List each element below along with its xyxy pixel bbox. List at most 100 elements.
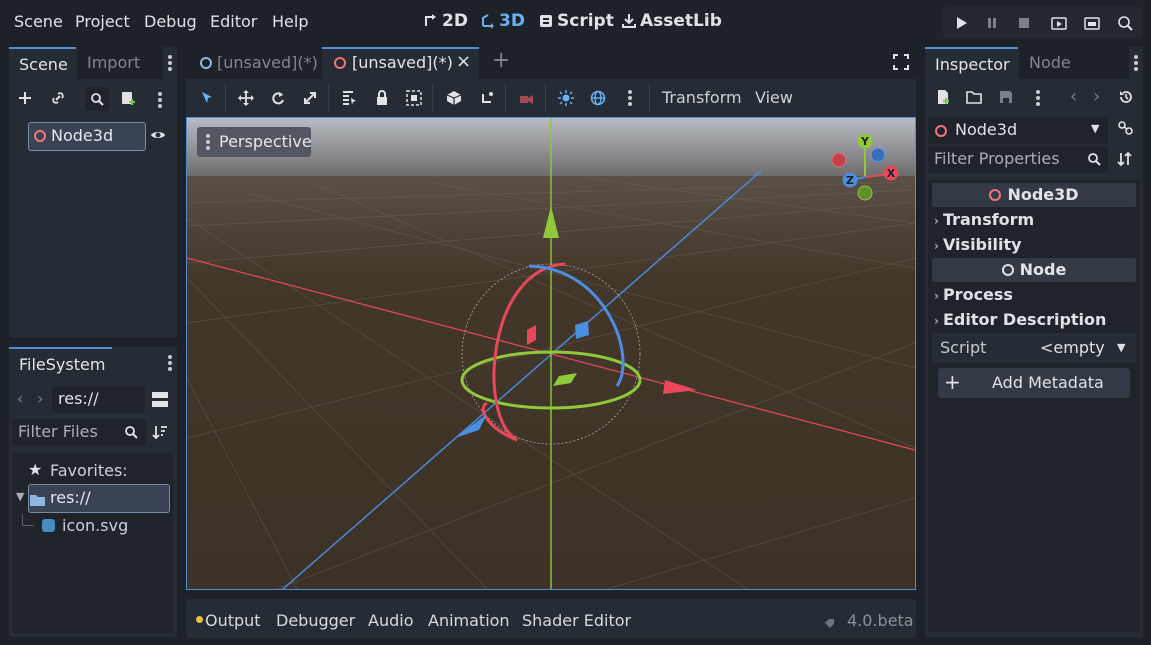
node-icon (200, 57, 212, 69)
list-select-icon[interactable] (339, 88, 359, 108)
workspace-3d-button[interactable]: 3D (480, 11, 525, 31)
scale-tool-icon[interactable] (300, 88, 320, 108)
new-scene-tab-icon[interactable]: + (492, 48, 510, 73)
group-process[interactable]: › Process (934, 285, 1013, 304)
group-visibility[interactable]: › Visibility (934, 235, 1022, 254)
script-icon (538, 13, 554, 29)
history-icon[interactable] (1118, 89, 1134, 105)
close-tab-icon[interactable]: × (456, 51, 471, 72)
workspace-2d-button[interactable]: 2D (423, 11, 468, 31)
back-arrow-icon[interactable]: ‹ (17, 389, 23, 408)
toolbar-separator (505, 84, 506, 112)
snap-icon[interactable] (477, 88, 497, 108)
visibility-eye-icon[interactable] (150, 127, 166, 143)
tab-audio[interactable]: Audio (368, 611, 413, 630)
version-icon (823, 614, 835, 628)
stop-icon[interactable] (1014, 13, 1034, 33)
lock-icon[interactable] (372, 88, 392, 108)
menu-debug[interactable]: Debug (144, 12, 197, 31)
local-space-icon[interactable] (444, 88, 464, 108)
select-tool-icon[interactable] (197, 88, 217, 108)
forward-arrow-icon[interactable]: › (37, 389, 43, 408)
movie-maker-icon[interactable] (1115, 13, 1135, 33)
split-mode-icon[interactable] (152, 391, 168, 408)
menu-project[interactable]: Project (75, 12, 130, 31)
play-icon[interactable] (951, 13, 971, 33)
view-gizmo[interactable]: Y X Z (825, 132, 905, 207)
collapse-chevron-icon[interactable]: ▼ (16, 490, 24, 503)
add-metadata-button[interactable]: + Add Metadata (938, 368, 1130, 398)
tab-import[interactable]: Import (77, 47, 163, 79)
perspective-menu-button[interactable]: Perspective (197, 127, 312, 157)
camera-preview-icon[interactable] (516, 88, 536, 108)
tab-shader-editor[interactable]: Shader Editor (522, 611, 631, 630)
pause-icon[interactable] (982, 13, 1002, 33)
group-editor-description[interactable]: › Editor Description (934, 310, 1106, 329)
sort-icon[interactable] (152, 424, 168, 440)
chevron-right-icon: › (934, 239, 939, 253)
preview-menu-icon[interactable] (628, 90, 632, 108)
play-scene-icon[interactable] (1049, 13, 1069, 33)
transform-menu[interactable]: Transform (662, 88, 742, 107)
node-help-icon[interactable] (1117, 120, 1133, 136)
file-tree-item-icon-svg[interactable]: icon.svg (62, 516, 128, 535)
toolbar-separator (328, 84, 329, 112)
3d-viewport[interactable]: Perspective Y X Z (186, 117, 916, 590)
tab-scene[interactable]: Scene (9, 47, 76, 79)
search-icon (1087, 152, 1101, 166)
attach-script-icon[interactable] (120, 90, 136, 106)
add-icon: + (944, 370, 961, 394)
menu-scene[interactable]: Scene (14, 12, 63, 31)
rotate-tool-icon[interactable] (268, 88, 288, 108)
search-icon (124, 425, 138, 439)
group-icon[interactable] (404, 88, 424, 108)
filter-properties-input[interactable]: Filter Properties (928, 146, 1108, 173)
tab-animation[interactable]: Animation (428, 611, 510, 630)
2d-icon (423, 13, 439, 29)
tab-filesystem[interactable]: FileSystem (9, 347, 112, 379)
node-icon (1001, 264, 1014, 276)
history-back-icon[interactable]: ‹ (1070, 86, 1077, 107)
tab-node[interactable]: Node (1019, 47, 1129, 79)
add-node-icon[interactable] (17, 90, 33, 106)
scene-tab-1[interactable]: [unsaved](*) (186, 47, 320, 79)
version-label: 4.0.beta (847, 611, 914, 630)
new-resource-icon[interactable] (935, 89, 951, 105)
menu-editor[interactable]: Editor (210, 12, 257, 31)
distraction-free-icon[interactable] (893, 54, 909, 70)
node3d-icon (935, 125, 947, 137)
property-sort-icon[interactable] (1117, 151, 1133, 167)
history-forward-icon[interactable]: › (1093, 86, 1100, 107)
favorites-label[interactable]: Favorites: (50, 461, 128, 480)
script-value-dropdown[interactable]: <empty (1040, 338, 1105, 357)
path-field[interactable]: res:// (52, 386, 145, 413)
node-selector-dropdown[interactable]: Node3d ▼ (928, 117, 1108, 144)
file-tree-item-res[interactable]: res:// (28, 484, 170, 513)
folder-icon (30, 491, 45, 506)
open-folder-icon[interactable] (966, 89, 982, 105)
play-custom-scene-icon[interactable] (1082, 13, 1102, 33)
save-icon[interactable] (998, 89, 1014, 105)
workspace-script-button[interactable]: Script (538, 11, 614, 31)
scene-dock-menu-icon[interactable] (168, 55, 172, 73)
sun-preview-icon[interactable] (556, 88, 576, 108)
view-menu[interactable]: View (755, 88, 793, 107)
scene-tab-2[interactable]: [unsaved](*) × (322, 47, 479, 79)
tab-output[interactable]: Output (205, 611, 261, 630)
link-icon[interactable] (50, 90, 66, 106)
tab-inspector[interactable]: Inspector (925, 47, 1018, 79)
workspace-assetlib-button[interactable]: AssetLib (621, 11, 722, 31)
tab-debugger[interactable]: Debugger (276, 611, 355, 630)
output-status-dot (196, 616, 203, 623)
menu-help[interactable]: Help (272, 12, 308, 31)
environment-preview-icon[interactable] (588, 88, 608, 108)
scene-tree-menu-icon[interactable] (158, 92, 162, 110)
move-tool-icon[interactable] (236, 88, 256, 108)
scene-tree-item-node3d[interactable]: Node3d (28, 122, 146, 151)
group-transform[interactable]: › Transform (934, 210, 1034, 229)
filter-nodes-icon[interactable] (85, 87, 109, 111)
filesystem-menu-icon[interactable] (168, 355, 172, 373)
script-property-row: Script <empty ▼ (932, 333, 1136, 363)
resource-menu-icon[interactable] (1036, 90, 1040, 108)
inspector-dock-menu-icon[interactable] (1134, 55, 1138, 73)
